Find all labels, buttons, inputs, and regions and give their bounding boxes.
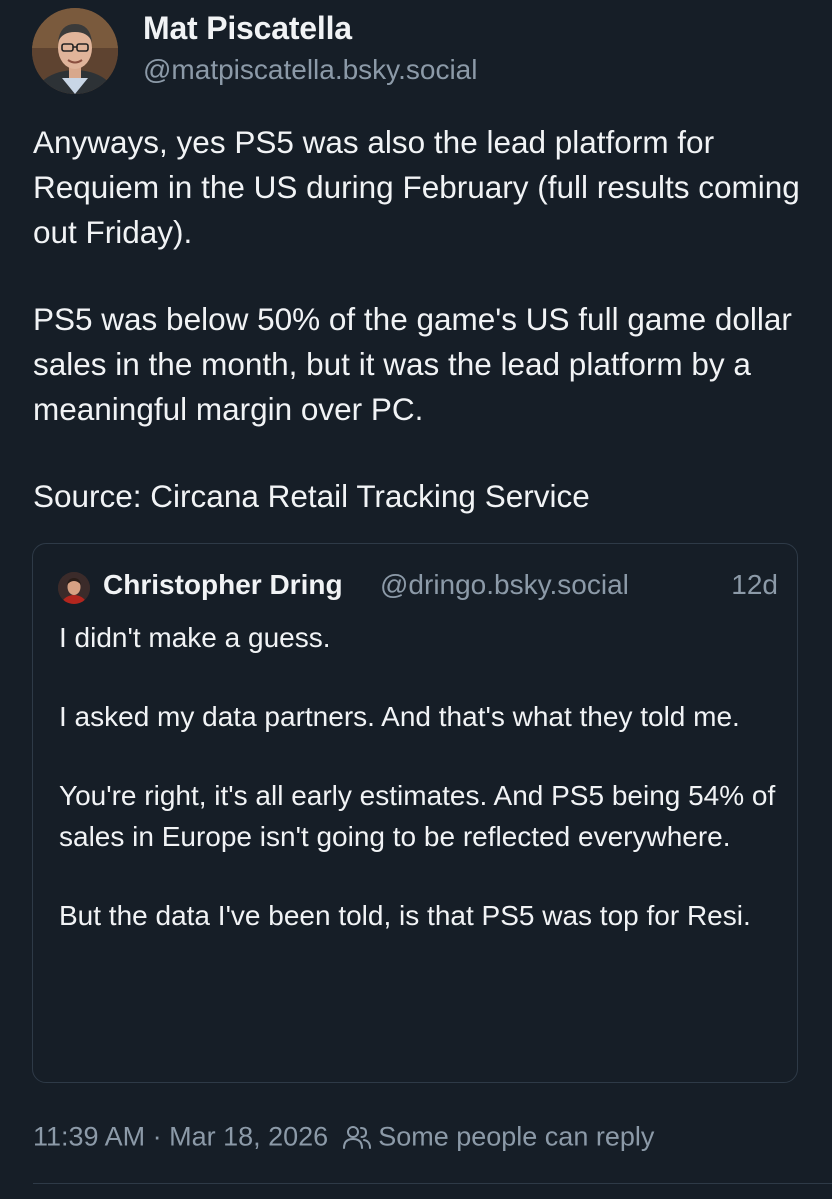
quoted-author-avatar[interactable]	[58, 572, 90, 604]
quoted-post[interactable]: Christopher Dring @dringo.bsky.social 12…	[32, 543, 798, 1083]
post-paragraph: Source: Circana Retail Tracking Service	[33, 478, 590, 514]
post-paragraph: PS5 was below 50% of the game's US full …	[33, 301, 792, 427]
quoted-author-handle[interactable]: @dringo.bsky.social	[380, 569, 629, 601]
author-display-name[interactable]: Mat Piscatella	[143, 10, 352, 47]
post-time[interactable]: 11:39 AM	[33, 1121, 145, 1151]
post: Mat Piscatella @matpiscatella.bsky.socia…	[0, 0, 832, 1199]
quoted-paragraph: You're right, it's all early estimates. …	[59, 780, 776, 852]
quoted-post-header: Christopher Dring @dringo.bsky.social 12…	[58, 569, 778, 609]
quoted-post-body: I didn't make a guess. I asked my data p…	[59, 617, 779, 974]
quoted-author-display-name[interactable]: Christopher Dring	[103, 569, 343, 601]
author-avatar[interactable]	[32, 8, 118, 94]
post-paragraph: Anyways, yes PS5 was also the lead platf…	[33, 124, 800, 250]
post-body: Anyways, yes PS5 was also the lead platf…	[33, 120, 813, 561]
author-handle[interactable]: @matpiscatella.bsky.social	[143, 54, 477, 86]
post-meta: 11:39 AM · Mar 18, 2026 Some people can …	[33, 1120, 654, 1160]
quoted-paragraph: I didn't make a guess.	[59, 622, 331, 653]
meta-separator: ·	[145, 1121, 170, 1152]
reply-setting[interactable]: Some people can reply	[378, 1121, 654, 1151]
quoted-author-avatar-image	[58, 572, 90, 604]
quoted-post-age[interactable]: 12d	[731, 569, 778, 601]
quoted-paragraph: I asked my data partners. And that's wha…	[59, 701, 740, 732]
divider	[33, 1183, 832, 1184]
quoted-paragraph: But the data I've been told, is that PS5…	[59, 900, 751, 931]
author-avatar-image	[32, 8, 118, 94]
people-icon	[343, 1125, 372, 1149]
post-date[interactable]: Mar 18, 2026	[169, 1121, 328, 1151]
